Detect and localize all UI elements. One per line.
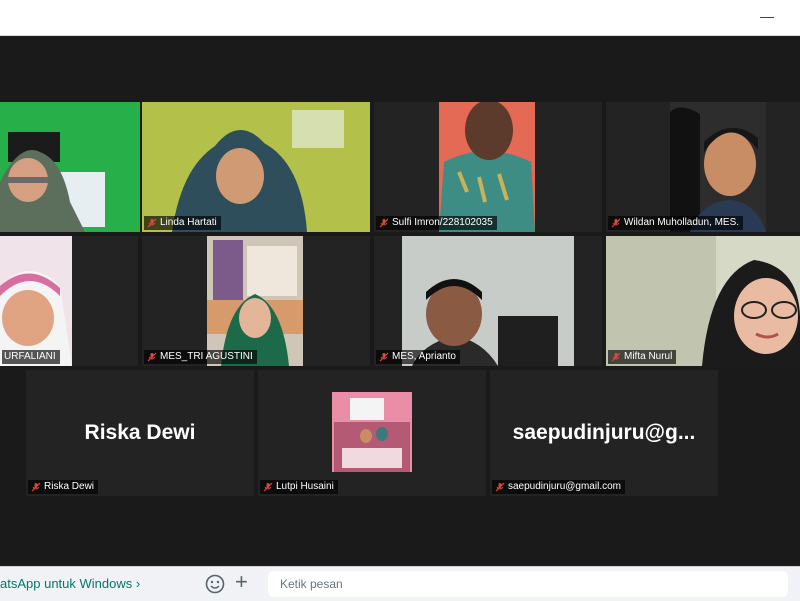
whatsapp-link-label: atsApp untuk Windows: [0, 576, 133, 591]
participant-name: MES, Aprianto: [392, 351, 456, 362]
participant-name-tag: Riska Dewi: [28, 480, 99, 494]
muted-mic-icon: [495, 482, 505, 492]
participant-name-tag: URFALIANI: [2, 350, 60, 364]
participant-tile[interactable]: saepudinjuru@g... saepudinjuru@gmail.com: [490, 370, 718, 496]
participant-name: Mifta Nurul: [624, 351, 673, 362]
participant-video: [0, 236, 72, 366]
participant-video: [606, 236, 800, 366]
participant-video: [402, 236, 574, 366]
participant-name: Wildan Muholladun, MES.: [624, 217, 740, 228]
muted-mic-icon: [379, 218, 389, 228]
participant-name-tag: Linda Hartati: [144, 216, 221, 230]
participant-display-name: Riska Dewi: [84, 421, 196, 444]
participant-name-tag: saepudinjuru@gmail.com: [492, 480, 625, 494]
participant-tile[interactable]: MES, Aprianto: [374, 236, 602, 366]
muted-mic-icon: [611, 352, 621, 362]
participant-name-tag: MES_TRI AGUSTINI: [144, 350, 257, 364]
participant-video: [0, 102, 140, 232]
participant-name-tag: MES, Aprianto: [376, 350, 460, 364]
participant-name: MES_TRI AGUSTINI: [160, 351, 253, 362]
emoji-icon[interactable]: [205, 574, 225, 594]
chevron-right-icon: ›: [135, 576, 141, 591]
participant-name-tag: Wildan Muholladun, MES.: [608, 216, 744, 230]
attach-plus-button[interactable]: +: [235, 570, 248, 594]
minimize-button[interactable]: —: [760, 9, 774, 23]
participant-video: [207, 236, 303, 366]
participant-name: Linda Hartati: [160, 217, 217, 228]
whatsapp-windows-link[interactable]: atsApp untuk Windows ›: [0, 576, 140, 591]
muted-mic-icon: [31, 482, 41, 492]
participant-video: [142, 102, 370, 232]
participant-tile[interactable]: MES_TRI AGUSTINI: [142, 236, 370, 366]
participant-tile[interactable]: Lutpi Husaini: [258, 370, 486, 496]
participant-tile[interactable]: Riska Dewi Riska Dewi: [26, 370, 254, 496]
participant-tile[interactable]: URFALIANI: [0, 236, 138, 366]
participant-video: [670, 102, 766, 232]
participant-name: saepudinjuru@gmail.com: [508, 481, 621, 492]
window-title-bar: —: [0, 0, 800, 36]
participant-name-tag: Sulfi Imron/228102035: [376, 216, 497, 230]
participant-name: Lutpi Husaini: [276, 481, 334, 492]
participant-video: [332, 392, 412, 472]
participant-display-name: saepudinjuru@g...: [512, 421, 696, 444]
message-input[interactable]: [268, 571, 788, 597]
participant-name: URFALIANI: [4, 351, 56, 362]
muted-mic-icon: [379, 352, 389, 362]
muted-mic-icon: [263, 482, 273, 492]
whatsapp-composer-bar: atsApp untuk Windows › +: [0, 566, 800, 601]
meeting-gallery: Linda Hartati Sulfi Imron/228102035 Wild…: [0, 36, 800, 566]
participant-tile-active[interactable]: [0, 102, 140, 232]
participant-tile[interactable]: Wildan Muholladun, MES.: [606, 102, 800, 232]
participant-tile[interactable]: Linda Hartati: [142, 102, 370, 232]
participant-name-tag: Mifta Nurul: [608, 350, 677, 364]
participant-tile[interactable]: Mifta Nurul: [606, 236, 800, 366]
muted-mic-icon: [611, 218, 621, 228]
participant-name: Riska Dewi: [44, 481, 95, 492]
participant-name: Sulfi Imron/228102035: [392, 217, 493, 228]
participant-name-tag: Lutpi Husaini: [260, 480, 338, 494]
participant-tile[interactable]: Sulfi Imron/228102035: [374, 102, 602, 232]
muted-mic-icon: [147, 352, 157, 362]
muted-mic-icon: [147, 218, 157, 228]
participant-video: [439, 102, 535, 232]
